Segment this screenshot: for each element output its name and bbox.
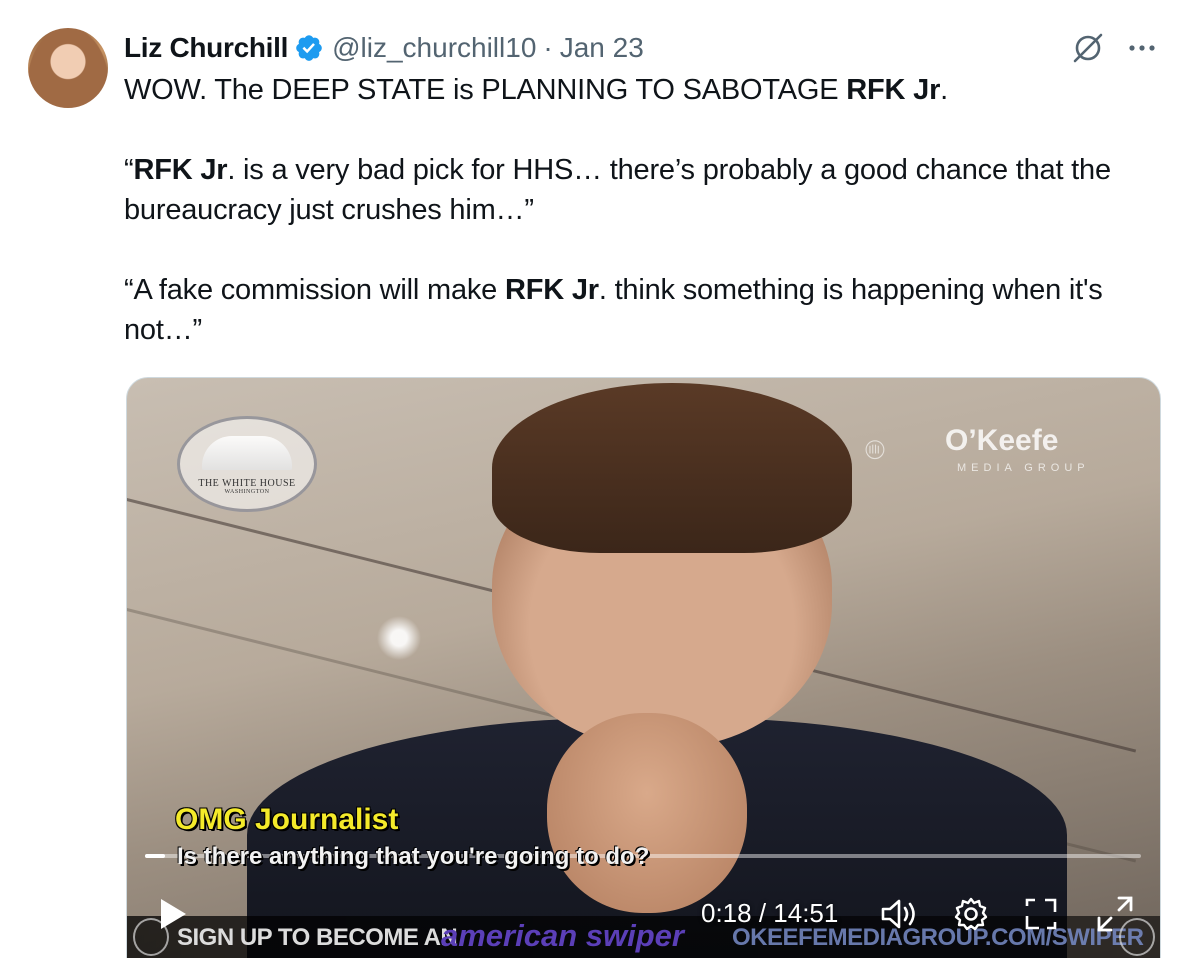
separator-dot: · — [543, 32, 553, 63]
okeefe-logo-icon — [865, 440, 885, 460]
video-subject-hand — [547, 713, 747, 913]
verified-badge-icon — [296, 35, 322, 61]
tweet-quote-1: “RFK Jr. is a very bad pick for HHS… the… — [124, 154, 1111, 226]
play-icon[interactable] — [157, 896, 189, 932]
okeefe-subtitle: MEDIA GROUP — [957, 462, 1090, 474]
duration: 14:51 — [773, 898, 839, 928]
tweet-quote-2: “A fake commission will make RFK Jr. thi… — [124, 274, 1103, 346]
video-player[interactable]: THE WHITE HOUSE WASHINGTON O’Keefe MEDIA… — [126, 377, 1161, 958]
author-name[interactable]: Liz Churchill — [124, 32, 288, 64]
tweet-header: Liz Churchill @liz_churchill10 · Jan 23 — [124, 28, 644, 68]
fullscreen-icon[interactable] — [1095, 894, 1135, 934]
picture-in-picture-icon[interactable] — [1023, 896, 1059, 932]
caption-speaker: OMG Journalist — [175, 803, 399, 836]
promo-banner-brand: american swiper — [441, 918, 684, 953]
tweet-date[interactable]: Jan 23 — [560, 32, 644, 64]
grok-icon[interactable] — [1070, 30, 1106, 66]
current-time: 0:18 — [701, 898, 752, 928]
avatar[interactable] — [28, 28, 108, 108]
tweet-line-1: WOW. The DEEP STATE is PLANNING TO SABOT… — [124, 74, 949, 106]
video-time: 0:18 / 14:51 — [701, 898, 839, 928]
promo-banner-text: SIGN UP TO BECOME AN — [177, 924, 458, 951]
white-house-seal-logo: THE WHITE HOUSE WASHINGTON — [177, 416, 317, 512]
volume-icon[interactable] — [879, 896, 919, 932]
gear-icon[interactable] — [953, 896, 989, 932]
caption-text: Is there anything that you're going to d… — [177, 843, 650, 870]
author-handle[interactable]: @liz_churchill10 — [332, 32, 536, 64]
video-subject-hair — [492, 383, 852, 553]
tweet[interactable]: Liz Churchill @liz_churchill10 · Jan 23 … — [0, 0, 1180, 958]
tweet-text: WOW. The DEEP STATE is PLANNING TO SABOT… — [124, 70, 1154, 350]
okeefe-name: O’Keefe — [945, 424, 1059, 457]
more-horizontal-icon[interactable] — [1124, 30, 1160, 66]
progress-fill — [145, 854, 165, 858]
